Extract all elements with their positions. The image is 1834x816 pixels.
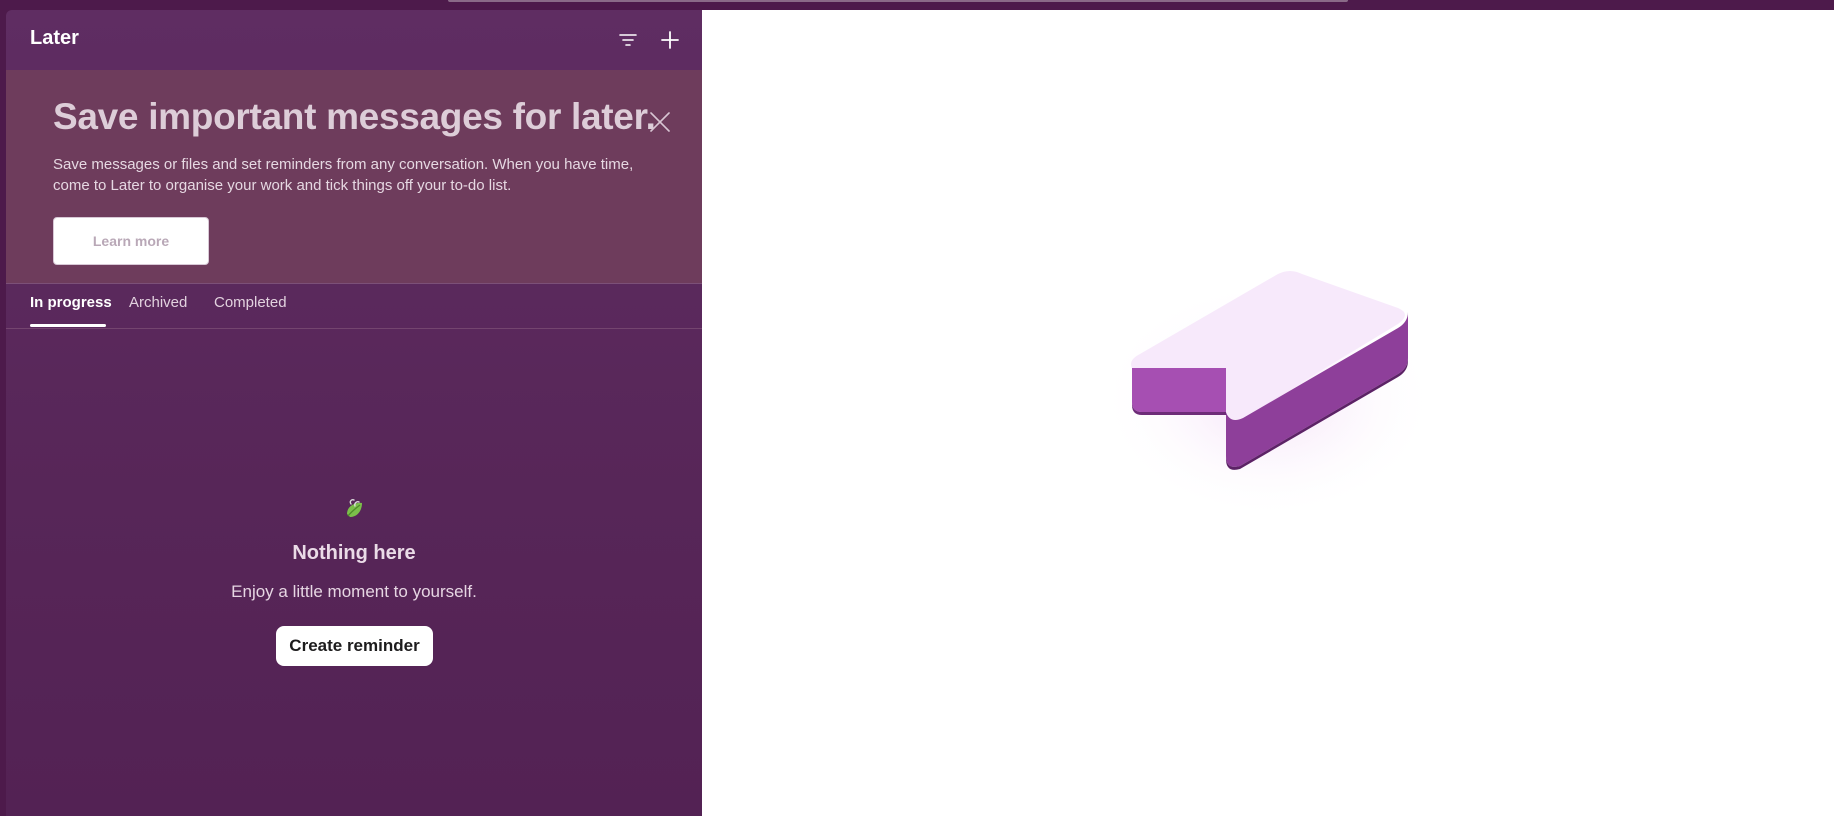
- banner-headline: Save important messages for later.: [53, 96, 656, 137]
- empty-state-subtitle: Enjoy a little moment to yourself.: [231, 582, 477, 601]
- banner-close-button[interactable]: [646, 108, 674, 136]
- empty-state-title: Nothing here: [292, 542, 416, 564]
- close-icon: [650, 112, 670, 132]
- bookmark-illustration-icon: [1098, 271, 1438, 520]
- banner-description: Save messages or files and set reminders…: [53, 156, 634, 194]
- later-panel: Later Save important messages for later.: [6, 10, 702, 816]
- detail-pane: [702, 10, 1834, 816]
- tab-archived[interactable]: Archived: [129, 294, 187, 311]
- filter-button[interactable]: [614, 26, 642, 54]
- tab-in-progress[interactable]: In progress: [30, 294, 112, 311]
- promo-banner: Save important messages for later. Save …: [6, 70, 702, 284]
- app-window: Later Save important messages for later.: [0, 0, 1834, 816]
- add-button[interactable]: [656, 26, 684, 54]
- create-reminder-button[interactable]: Create reminder: [276, 626, 433, 666]
- leaf-icon: [347, 499, 362, 517]
- tab-bar: In progress Archived Completed: [6, 284, 702, 329]
- plus-icon: [661, 31, 679, 49]
- filter-icon: [619, 34, 637, 46]
- panel-header: Later: [6, 10, 702, 70]
- learn-more-button[interactable]: Learn more: [53, 217, 209, 265]
- top-search-bar-edge[interactable]: [448, 0, 1348, 2]
- page-title: Later: [30, 27, 79, 49]
- tab-completed[interactable]: Completed: [214, 294, 287, 311]
- active-tab-indicator: [30, 324, 106, 327]
